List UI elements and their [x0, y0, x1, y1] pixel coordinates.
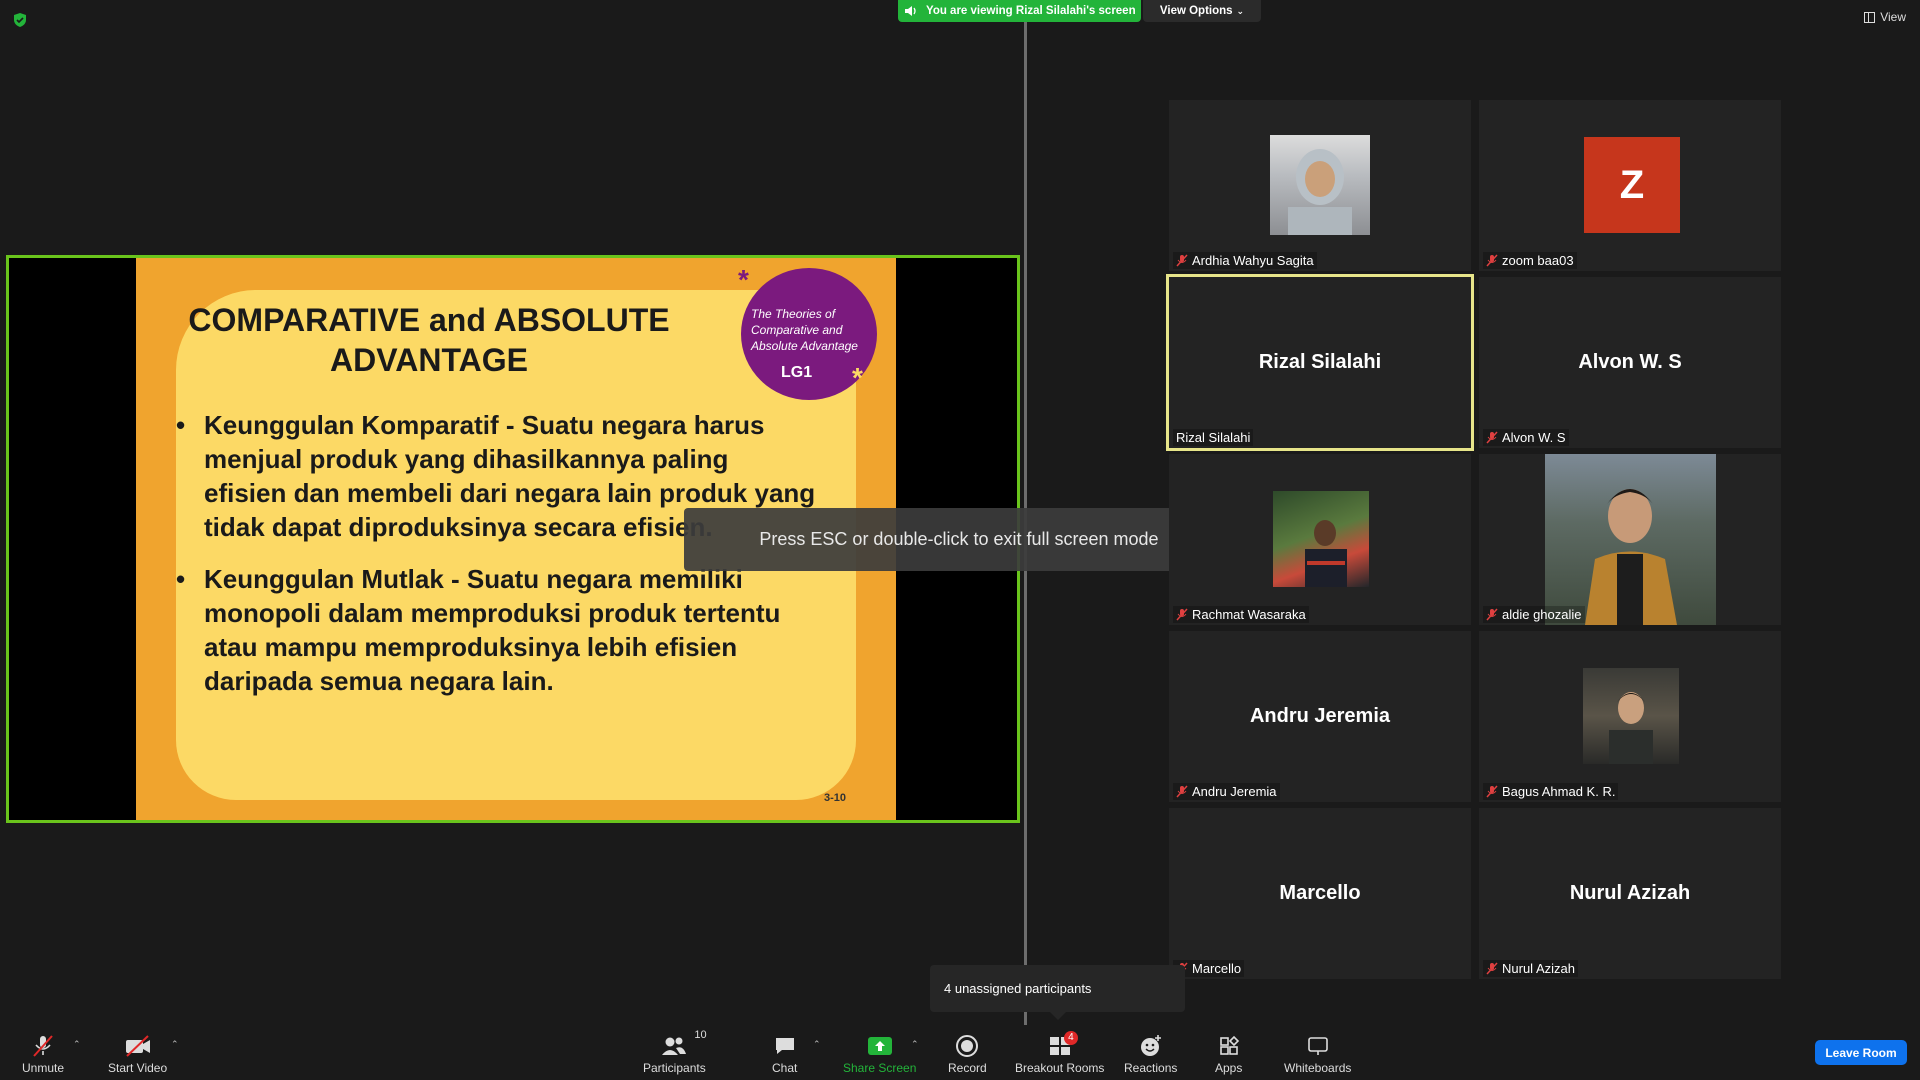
muted-mic-icon [1486, 608, 1498, 621]
share-screen-button[interactable]: Share Screen [843, 1033, 916, 1075]
participants-count: 10 [694, 1029, 707, 1041]
meeting-toolbar: Unmute ⌃ Start Video ⌃ 10 Participants C… [0, 1025, 1920, 1080]
chat-options-chevron-icon[interactable]: ⌃ [813, 1039, 821, 1050]
whiteboards-button[interactable]: Whiteboards [1284, 1033, 1351, 1075]
muted-mic-icon [33, 1035, 53, 1057]
view-button[interactable]: View [1864, 10, 1906, 24]
breakout-rooms-button[interactable]: 4 Breakout Rooms [1015, 1031, 1104, 1075]
zoom-meeting-window: You are viewing Rizal Silalahi's screen … [0, 0, 1920, 1080]
record-icon [956, 1035, 979, 1057]
chevron-down-icon: ⌄ [1236, 5, 1245, 16]
participant-name-label: Rachmat Wasaraka [1173, 606, 1309, 623]
security-shield-icon[interactable] [12, 12, 28, 28]
muted-mic-icon [1486, 431, 1498, 444]
share-options-chevron-icon[interactable]: ⌃ [911, 1039, 919, 1050]
participant-tile[interactable]: Nurul Azizah Nurul Azizah [1479, 808, 1781, 979]
participant-tile-active-speaker[interactable]: Rizal Silalahi Rizal Silalahi [1166, 274, 1474, 451]
list-item: • Keunggulan Mutlak - Suatu negara memili… [176, 564, 781, 696]
participant-photo [1545, 454, 1716, 625]
muted-mic-icon [1486, 785, 1498, 798]
view-options-button[interactable]: View Options ⌄ [1143, 0, 1261, 22]
share-screen-icon [867, 1037, 892, 1055]
participant-tile[interactable]: Z zoom baa03 [1479, 100, 1781, 271]
participant-name-label: Rizal Silalahi [1173, 429, 1254, 446]
muted-mic-icon [1486, 962, 1498, 975]
participant-display-name: Rizal Silalahi [1258, 351, 1382, 373]
participant-name-label: aldie ghozalie [1483, 606, 1585, 623]
muted-mic-icon [1176, 254, 1188, 267]
slide-title: COMPARATIVE and ABSOLUTE ADVANTAGE [188, 302, 670, 378]
participant-tile[interactable]: Marcello Marcello [1169, 808, 1471, 979]
speaker-icon [905, 6, 916, 16]
whiteboard-icon [1307, 1037, 1328, 1055]
viewing-screen-banner: You are viewing Rizal Silalahi's screen [898, 0, 1141, 22]
participant-photo [1583, 668, 1679, 764]
participant-name-label: Nurul Azizah [1483, 960, 1578, 977]
participant-tile[interactable]: Rachmat Wasaraka [1169, 454, 1471, 625]
participant-name-label: Bagus Ahmad K. R. [1483, 783, 1619, 800]
record-button[interactable]: Record [948, 1033, 987, 1075]
viewing-screen-text: You are viewing Rizal Silalahi's screen [926, 5, 1136, 17]
participant-tile[interactable]: Andru Jeremia Andru Jeremia [1169, 631, 1471, 802]
participant-name-label: zoom baa03 [1483, 252, 1577, 269]
muted-mic-icon [1176, 785, 1188, 798]
chat-button[interactable]: Chat [772, 1033, 797, 1075]
reactions-icon [1140, 1035, 1161, 1056]
participant-photo [1270, 135, 1370, 235]
participants-button[interactable]: 10 Participants [643, 1029, 707, 1075]
asterisk-icon: * [852, 362, 863, 393]
apps-icon [1219, 1035, 1239, 1055]
leave-room-button[interactable]: Leave Room [1815, 1040, 1907, 1065]
video-off-icon [125, 1035, 150, 1057]
participant-display-name: Marcello [1279, 882, 1361, 904]
participant-name-label: Ardhia Wahyu Sagita [1173, 252, 1317, 269]
participant-display-name: Nurul Azizah [1569, 882, 1691, 904]
asterisk-icon: * [738, 264, 749, 295]
unassigned-participants-tooltip: 4 unassigned participants [930, 965, 1185, 1020]
video-options-chevron-icon[interactable]: ⌃ [171, 1039, 179, 1050]
fullscreen-exit-toast: Press ESC or double-click to exit full s… [684, 508, 1234, 571]
participant-tile[interactable]: Bagus Ahmad K. R. [1479, 631, 1781, 802]
muted-mic-icon [1486, 254, 1498, 267]
gallery-view-icon [1864, 11, 1876, 23]
breakout-rooms-count-badge: 4 [1064, 1031, 1078, 1045]
participant-display-name: Alvon W. S [1578, 351, 1682, 373]
apps-button[interactable]: Apps [1215, 1033, 1242, 1075]
reactions-button[interactable]: Reactions [1124, 1033, 1177, 1075]
participant-tile[interactable]: Ardhia Wahyu Sagita [1169, 100, 1471, 271]
slide-page-number: 3-10 [823, 792, 846, 804]
participant-tile[interactable]: Alvon W. S Alvon W. S [1479, 277, 1781, 448]
muted-mic-icon [1176, 608, 1188, 621]
participant-name-label: Andru Jeremia [1173, 783, 1280, 800]
audio-options-chevron-icon[interactable]: ⌃ [73, 1039, 81, 1050]
chat-icon [775, 1038, 794, 1054]
participant-photo [1273, 491, 1369, 587]
participant-display-name: Andru Jeremia [1249, 705, 1391, 727]
unmute-button[interactable]: Unmute [22, 1033, 64, 1075]
avatar: Z [1584, 137, 1680, 233]
participant-name-label: Alvon W. S [1483, 429, 1569, 446]
participant-tile[interactable]: aldie ghozalie [1479, 454, 1781, 625]
participants-icon [662, 1037, 687, 1055]
start-video-button[interactable]: Start Video [108, 1033, 167, 1075]
